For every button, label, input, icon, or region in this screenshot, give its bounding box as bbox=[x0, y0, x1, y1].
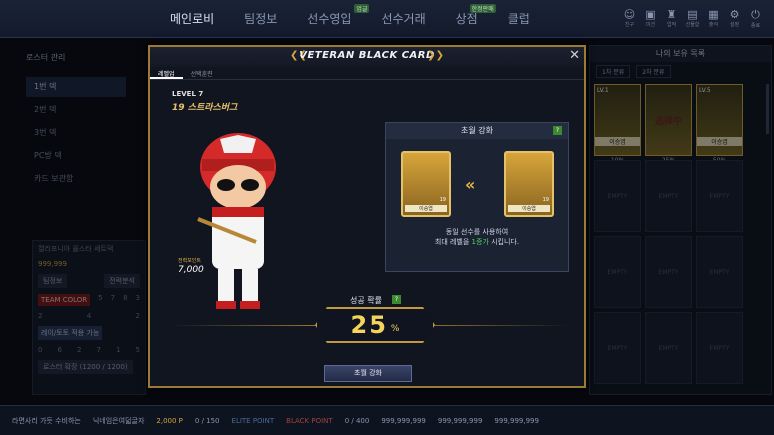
black-points: 0 / 400 bbox=[344, 416, 370, 425]
target-card[interactable]: 19 이승엽 bbox=[401, 151, 451, 217]
dialog-tabs: 레벨업 선택훈련 bbox=[150, 67, 584, 80]
icon-label: 업적 bbox=[666, 22, 677, 28]
gold-wing-right-icon: ❯❯ bbox=[427, 50, 444, 61]
icon-label: 종료 bbox=[750, 23, 761, 29]
elite-label: ELITE POINT bbox=[231, 416, 275, 425]
gear-icon[interactable]: ⚙ 설정 bbox=[724, 8, 745, 29]
upgrade-description: 동일 선수를 사용하여 최대 레벨을 1증가 시킵니다. bbox=[386, 227, 568, 247]
close-icon[interactable]: ✕ bbox=[569, 48, 580, 63]
power-icon[interactable]: ⏻ 종료 bbox=[745, 8, 766, 29]
nav-player-recruit[interactable]: 선수영입 업글 bbox=[307, 4, 370, 27]
nav-player-trade[interactable]: 선수거래 bbox=[381, 10, 425, 27]
help-icon[interactable]: ? bbox=[553, 126, 562, 135]
desc-pre: 최대 레벨을 bbox=[434, 238, 472, 246]
upgrade-panel-title: 초월 강화 ? bbox=[386, 123, 568, 139]
tab-select-training[interactable]: 선택훈련 bbox=[183, 67, 221, 79]
transcend-upgrade-panel: 초월 강화 ? 19 이승엽 « 19 이승엽 동일 선수를 사용하여 최대 레… bbox=[385, 122, 569, 272]
icon-label: 친구 bbox=[624, 22, 635, 28]
points: 2,000 P bbox=[156, 416, 183, 425]
double-chevron-left-icon: « bbox=[465, 175, 476, 194]
card-player-name: 이승엽 bbox=[405, 205, 447, 212]
elite-points: 0 / 150 bbox=[194, 416, 220, 425]
veteran-black-card-dialog: ❮❮ VETERAN BLACK CARD ❯❯ ✕ 레벨업 선택훈련 LEVE… bbox=[148, 45, 586, 388]
nav-label: 선수거래 bbox=[381, 12, 426, 26]
nav-label: 메인로비 bbox=[170, 12, 215, 26]
nav-main-lobby[interactable]: 메인로비 bbox=[170, 10, 214, 27]
dialog-title: VETERAN BLACK CARD bbox=[299, 50, 435, 61]
desc-highlight: 1증가 bbox=[471, 238, 489, 246]
black-label: BLACK POINT bbox=[286, 416, 333, 425]
desc-post: 시킵니다. bbox=[488, 238, 520, 246]
transcend-upgrade-button[interactable]: 초월 강화 bbox=[324, 365, 412, 382]
mission-icon[interactable]: ▣ 미션 bbox=[640, 8, 661, 29]
icon-label: 선물함 bbox=[685, 22, 700, 28]
nickname: 닉네임은여덟글자 bbox=[92, 416, 145, 425]
icon-label: 미션 bbox=[645, 22, 656, 28]
probability-unit: % bbox=[390, 324, 400, 334]
tab-levelup[interactable]: 레벨업 bbox=[150, 67, 183, 79]
gold-1: 999,999,999 bbox=[381, 416, 426, 425]
dialog-header: ❮❮ VETERAN BLACK CARD ❯❯ ✕ bbox=[150, 47, 584, 67]
nav-badge: 업글 bbox=[354, 4, 370, 13]
nav-label: 클럽 bbox=[507, 12, 530, 26]
card-number: 19 bbox=[439, 197, 446, 203]
material-card[interactable]: 19 이승엽 bbox=[504, 151, 554, 217]
nav-label: 팀정보 bbox=[244, 12, 278, 26]
nav-club[interactable]: 클럽 bbox=[508, 10, 530, 27]
trophy-icon[interactable]: ♜ 업적 bbox=[661, 8, 682, 29]
chat-message: 라면사리 가듯 수비하는 bbox=[12, 416, 81, 425]
probability-label: 성공 확률 bbox=[350, 296, 382, 305]
nav-badge: 한정판매 bbox=[469, 4, 496, 13]
player-preview: LEVEL 7 19 스트라스버그 전력포인트 7,000 bbox=[160, 87, 310, 317]
desc-line-1: 동일 선수를 사용하여 bbox=[445, 228, 509, 236]
help-icon[interactable]: ? bbox=[392, 295, 401, 304]
probability-display: 25 % bbox=[315, 307, 435, 343]
gold-2: 999,999,999 bbox=[437, 416, 483, 425]
card-number: 19 bbox=[542, 197, 549, 203]
gift-icon[interactable]: ▤ 선물함 bbox=[682, 8, 703, 29]
icon-label: 출석 bbox=[708, 22, 719, 28]
icon-label: 설정 bbox=[729, 22, 740, 28]
nav-shop[interactable]: 상점 한정판매 bbox=[455, 4, 496, 27]
power-label: 전력포인트 bbox=[178, 258, 202, 264]
success-probability: 성공 확률 ? 25 % bbox=[160, 295, 580, 365]
nav-team-info[interactable]: 팀정보 bbox=[244, 10, 277, 27]
card-player-name: 이승엽 bbox=[508, 205, 550, 212]
main-nav: 메인로비 팀정보 선수영입 업글 선수거래 상점 한정판매 클럽 bbox=[170, 4, 560, 27]
top-icons: ☺ 친구 ▣ 미션 ♜ 업적 ▤ 선물함 ▦ 출석 ⚙ 설정 ⏻ 종료 bbox=[619, 8, 766, 29]
power-value: 7,000 bbox=[178, 265, 204, 275]
nav-label: 상점 bbox=[455, 12, 478, 26]
gold-3: 999,999,999 bbox=[494, 416, 539, 425]
calendar-icon[interactable]: ▦ 출석 bbox=[703, 8, 724, 29]
upgrade-title-text: 초월 강화 bbox=[461, 126, 493, 135]
desc-line-2: 최대 레벨을 1증가 시킵니다. bbox=[386, 237, 568, 247]
top-bar: 메인로비 팀정보 선수영입 업글 선수거래 상점 한정판매 클럽 ☺ 친구 ▣ 미션 ♜… bbox=[0, 0, 774, 38]
probability-value: 25 bbox=[350, 311, 388, 339]
player-avatar-illustration bbox=[197, 133, 276, 309]
bottom-status-bar: 라면사리 가듯 수비하는 닉네임은여덟글자 2,000 P 0 / 150 EL… bbox=[0, 405, 774, 435]
friend-icon[interactable]: ☺ 친구 bbox=[619, 8, 640, 29]
nav-label: 선수영입 bbox=[307, 12, 352, 26]
